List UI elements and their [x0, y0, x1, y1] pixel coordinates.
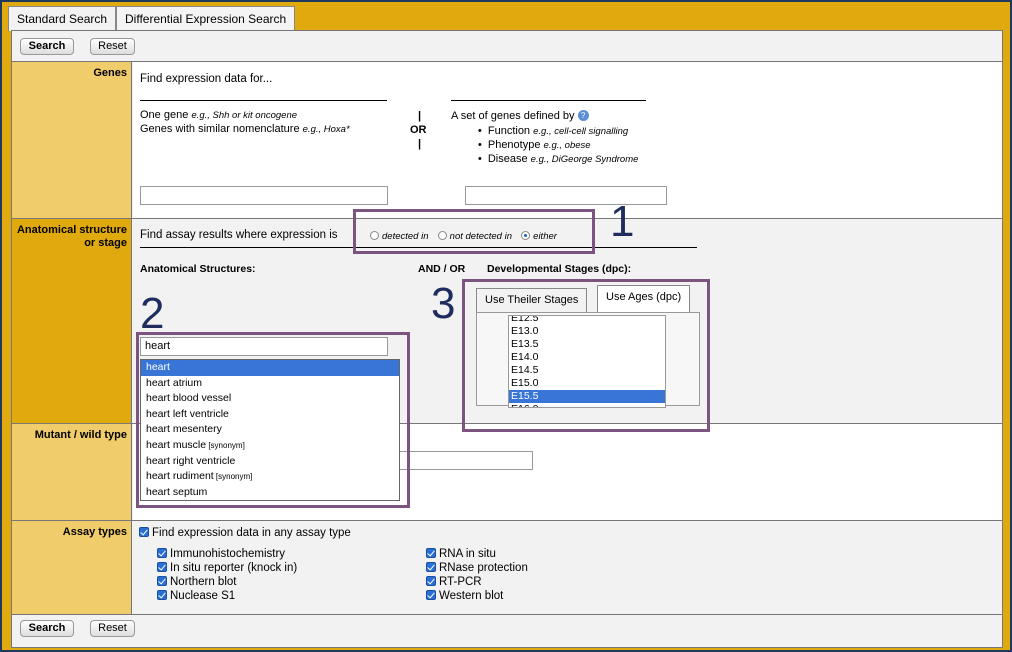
assay-label: Assay types — [12, 521, 132, 614]
assay-type-checkbox[interactable] — [426, 548, 436, 558]
assay-type-label: RNase protection — [439, 562, 528, 574]
annotation-number-2: 2 — [140, 289, 165, 338]
anatomy-label: Anatomical structure or stage — [12, 219, 132, 423]
annotation-box-1 — [353, 209, 595, 254]
one-gene-line: One gene e.g., Shh or kit oncogene — [140, 109, 297, 121]
mutant-label: Mutant / wild type — [12, 424, 132, 520]
one-gene-example: e.g., Shh or kit oncogene — [191, 110, 298, 121]
assay-type-checkbox[interactable] — [426, 576, 436, 586]
phenotype-text: Phenotype — [487, 139, 541, 151]
assay-left-column: Immunohistochemistry In situ reporter (kn… — [157, 548, 297, 604]
genes-intro: Find expression data for... — [140, 73, 273, 85]
gene-symbol-input[interactable] — [140, 186, 388, 205]
genes-content: Find expression data for... One gene e.g… — [133, 62, 1002, 218]
assay-type-item[interactable]: Western blot — [426, 590, 528, 604]
similar-line: Genes with similar nomenclature e.g., Ho… — [140, 123, 350, 135]
assay-type-label: In situ reporter (knock in) — [170, 562, 298, 574]
bottom-bar — [12, 614, 1002, 648]
tab-differential-expression-search[interactable]: Differential Expression Search — [116, 6, 296, 30]
structures-label: Anatomical Structures: — [140, 263, 256, 275]
assay-type-label: RT-PCR — [439, 576, 482, 588]
assay-type-checkbox[interactable] — [426, 590, 436, 600]
bar-top: | — [418, 110, 422, 122]
assay-type-checkbox[interactable] — [426, 562, 436, 572]
annotation-number-1: 1 — [610, 197, 635, 246]
assay-type-label: Western blot — [439, 590, 504, 602]
stages-label: Developmental Stages (dpc): — [487, 263, 632, 275]
divider-left — [140, 100, 387, 101]
andor-label: AND / OR — [418, 263, 466, 275]
or-label: OR — [410, 124, 427, 136]
assay-type-item[interactable]: Immunohistochemistry — [157, 548, 297, 562]
disease-example: e.g., DiGeorge Syndrome — [530, 154, 639, 165]
any-assay-checkbox-row[interactable]: Find expression data in any assay type — [139, 527, 351, 539]
assay-type-item[interactable]: RT-PCR — [426, 576, 528, 590]
assay-type-checkbox[interactable] — [157, 548, 167, 558]
app-frame: Standard Search Differential Expression … — [2, 2, 1010, 650]
assay-type-label: Northern blot — [170, 576, 237, 588]
mutant-input[interactable] — [399, 451, 533, 470]
tab-standard-search[interactable]: Standard Search — [8, 6, 117, 31]
divider-right — [451, 100, 646, 101]
genes-label: Genes — [12, 62, 132, 218]
reset-button-top[interactable]: Reset — [90, 38, 135, 55]
assay-type-item[interactable]: In situ reporter (knock in) — [157, 562, 297, 576]
similar-example: e.g., Hoxa* — [302, 124, 350, 135]
similar-text: Genes with similar nomenclature — [140, 123, 300, 135]
function-item: Function e.g., cell-cell signalling — [478, 125, 628, 137]
assay-type-label: Immunohistochemistry — [170, 548, 286, 560]
any-assay-checkbox[interactable] — [139, 527, 149, 537]
assay-section: Assay types Find expression data in any … — [12, 520, 1002, 614]
search-button-bottom[interactable]: Search — [20, 620, 74, 637]
phenotype-item: Phenotype e.g., obese — [478, 139, 591, 151]
bar-bottom: | — [418, 138, 422, 150]
find-assay-text: Find assay results where expression is — [140, 229, 338, 241]
annotation-box-3 — [462, 279, 710, 432]
function-example: e.g., cell-cell signalling — [533, 126, 629, 137]
annotation-box-2 — [136, 332, 410, 508]
search-button-top[interactable]: Search — [20, 38, 74, 55]
genes-section: Genes Find expression data for... One ge… — [12, 61, 1002, 218]
function-text: Function — [487, 125, 531, 137]
assay-type-item[interactable]: RNase protection — [426, 562, 528, 576]
assay-type-checkbox[interactable] — [157, 590, 167, 600]
assay-type-label: RNA in situ — [439, 548, 496, 560]
set-line: A set of genes defined by ? — [451, 110, 589, 122]
help-icon[interactable]: ? — [577, 110, 589, 121]
disease-text: Disease — [487, 153, 528, 165]
assay-right-column: RNA in situ RNase protection RT-PCR Western… — [426, 548, 528, 604]
gene-set-input[interactable] — [465, 186, 667, 205]
assay-type-checkbox[interactable] — [157, 562, 167, 572]
assay-content: Find expression data in any assay type I… — [133, 521, 1002, 614]
assay-type-item[interactable]: Nuclease S1 — [157, 590, 297, 604]
disease-item: Disease e.g., DiGeorge Syndrome — [478, 153, 639, 165]
one-gene-text: One gene — [140, 109, 189, 121]
assay-type-checkbox[interactable] — [157, 576, 167, 586]
assay-type-label: Nuclease S1 — [170, 590, 236, 602]
any-assay-label: Find expression data in any assay type — [152, 527, 351, 539]
set-label: A set of genes defined by — [451, 110, 575, 122]
reset-button-bottom[interactable]: Reset — [90, 620, 135, 637]
annotation-number-3: 3 — [431, 279, 456, 328]
assay-type-item[interactable]: Northern blot — [157, 576, 297, 590]
assay-type-item[interactable]: RNA in situ — [426, 548, 528, 562]
phenotype-example: e.g., obese — [543, 140, 591, 151]
